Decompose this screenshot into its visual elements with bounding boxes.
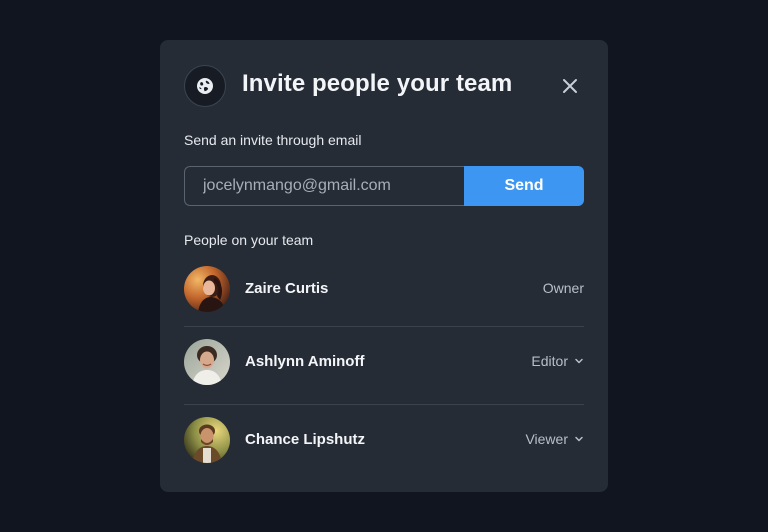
team-member-row: Zaire Curtis Owner	[184, 254, 584, 327]
chevron-down-icon	[574, 434, 584, 444]
avatar	[184, 417, 230, 463]
member-role: Owner	[543, 280, 584, 296]
team-member-row: Chance Lipshutz Viewer	[184, 405, 584, 483]
team-member-row: Ashlynn Aminoff Editor	[184, 327, 584, 405]
member-name: Ashlynn Aminoff	[245, 353, 365, 370]
invite-form: Send	[184, 166, 584, 206]
member-role-label: Editor	[531, 353, 568, 369]
team-label: People on your team	[184, 232, 314, 248]
email-field[interactable]	[184, 166, 465, 206]
close-button[interactable]	[558, 74, 582, 98]
modal-title: Invite people your team	[242, 70, 513, 97]
chevron-down-icon	[574, 356, 584, 366]
send-button[interactable]: Send	[464, 166, 584, 206]
invite-label: Send an invite through email	[184, 132, 362, 148]
globe-icon	[184, 65, 226, 107]
avatar	[184, 339, 230, 385]
team-member-list: Zaire Curtis Owner Ashlynn Aminoff Edito…	[184, 254, 584, 483]
role-dropdown[interactable]: Editor	[531, 353, 584, 369]
invite-modal: Invite people your team Send an invite t…	[160, 40, 608, 492]
role-dropdown[interactable]: Viewer	[525, 431, 584, 447]
member-name: Zaire Curtis	[245, 280, 329, 297]
avatar	[184, 266, 230, 312]
member-role-label: Owner	[542, 280, 584, 296]
modal-header: Invite people your team	[184, 65, 584, 107]
close-icon[interactable]	[562, 78, 578, 94]
member-role-label: Viewer	[525, 431, 568, 447]
member-name: Chance Lipshutz	[245, 431, 366, 448]
